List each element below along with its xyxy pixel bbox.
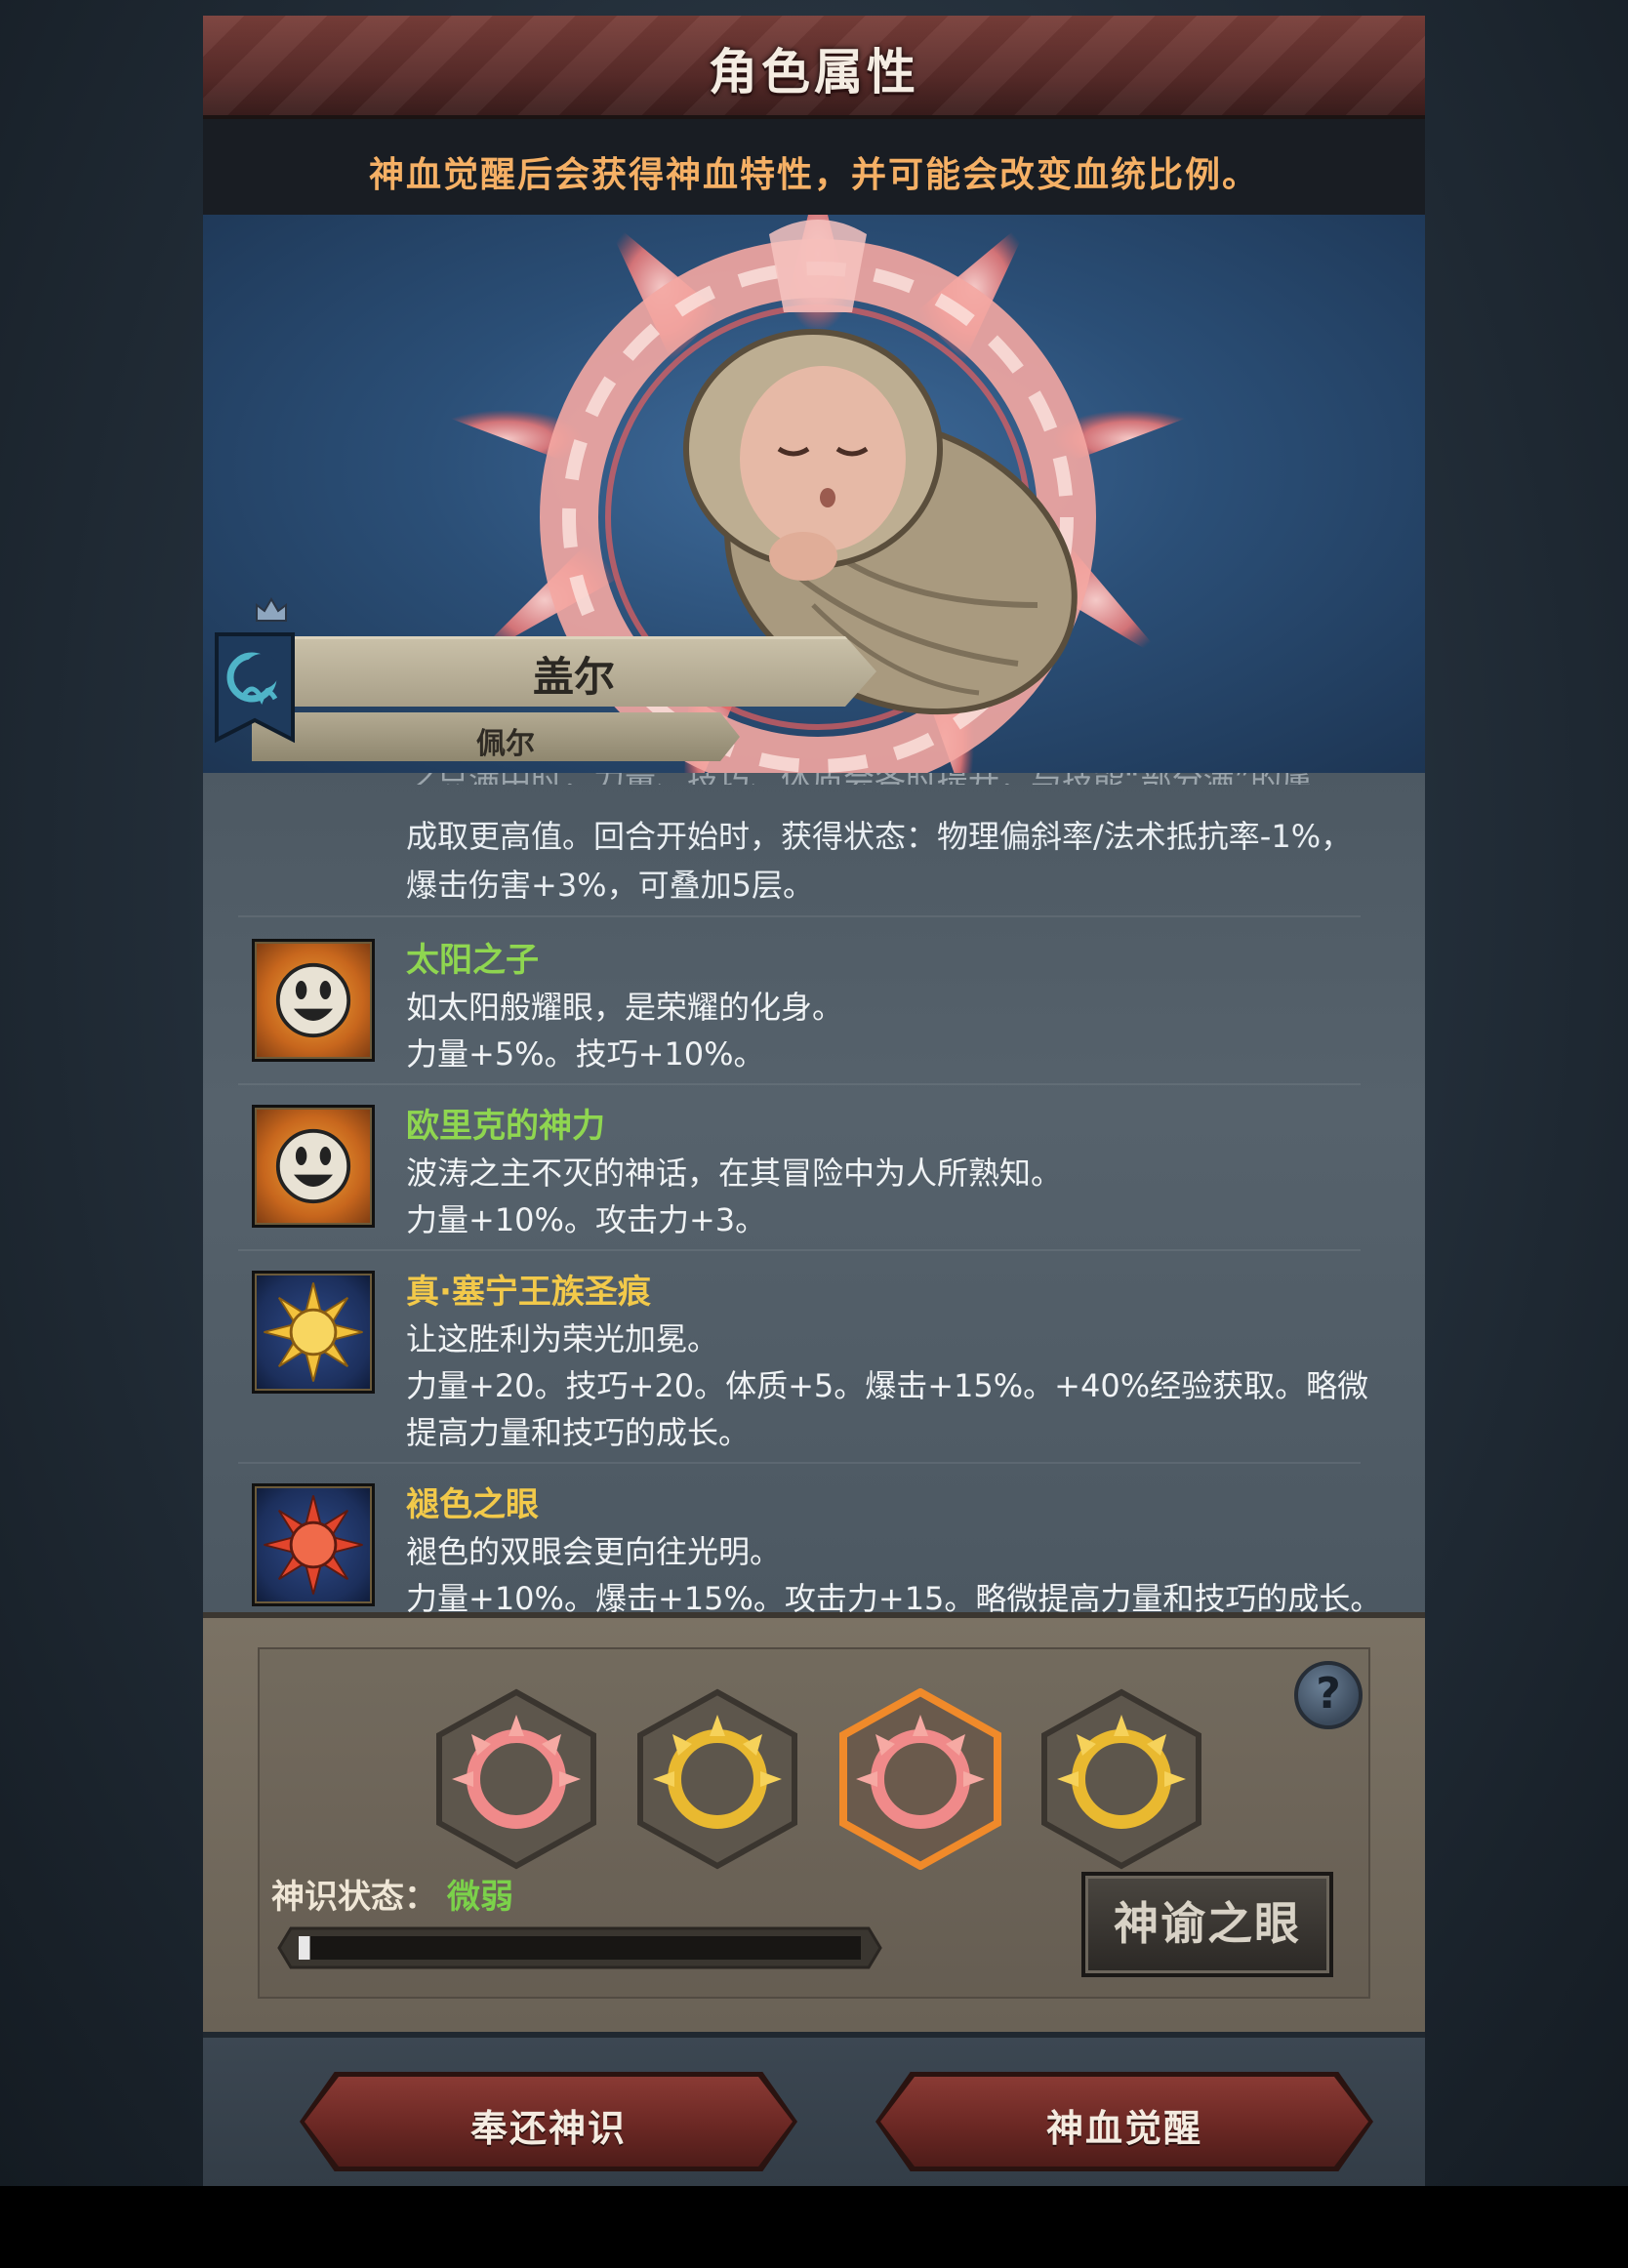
trait-desc-line: 如太阳般耀眼，是荣耀的化身。 (406, 989, 844, 1026)
character-art: 盖尔 佩尔 (203, 215, 1425, 773)
golden-sun-seal-icon (252, 1271, 375, 1394)
hero-alt-name: 佩尔 (476, 727, 535, 761)
letterbox-bottom (0, 2186, 1628, 2268)
seal-slot-pink-selected[interactable] (837, 1688, 1003, 1870)
hero-nameplate: 盖尔 佩尔 (203, 625, 886, 761)
seal-slot-gold[interactable] (634, 1688, 800, 1870)
moon-banner-icon (215, 632, 295, 744)
smiling-sun-icon (252, 939, 375, 1062)
trait-desc-line: 力量+10%。攻击力+3。 (406, 1201, 767, 1238)
footer-actions: 奉还神识 神血觉醒 (203, 2032, 1425, 2186)
trait-desc: 如太阳般耀眼，是荣耀的化身。 力量+5%。技巧+10%。 (406, 984, 1382, 1077)
seal-slot-pink[interactable] (433, 1688, 599, 1870)
trait-desc-line: 提高力量和技巧的成长。 (406, 1414, 751, 1451)
trait-continued-line: 成取更高值。回合开始时，获得状态：物理偏斜率/法术抵抗率-1%， (406, 818, 1353, 855)
trait-desc: 褪色的双眼会更向往光明。 力量+10%。爆击+15%。攻击力+15。略微提高力量… (406, 1528, 1382, 1612)
trait-desc-line: 力量+20。技巧+20。体质+5。爆击+15%。+40%经验获取。略微 (406, 1367, 1369, 1404)
trait-desc-line: 力量+10%。爆击+15%。攻击力+15。略微提高力量和技巧的成长。 (406, 1580, 1382, 1612)
trait-desc: 波涛之主不灭的神话，在其冒险中为人所熟知。 力量+10%。攻击力+3。 (406, 1150, 1382, 1243)
red-sun-seal-icon (252, 1483, 375, 1606)
trait-continued-line: 爆击伤害+3%，可叠加5层。 (406, 867, 814, 904)
trait-desc-line: 力量+5%。技巧+10%。 (406, 1035, 765, 1073)
notice-bar: 神血觉醒后会获得神血特性，并可能会改变血统比例。 (203, 119, 1425, 215)
seal-slot-gold-2[interactable] (1038, 1688, 1204, 1870)
trait-clipped-line: 之只满中时，力量、技巧、体质会各时提升，与技能“部分满”的属 (406, 773, 1363, 785)
trait-name: 欧里克的神力 (406, 1107, 605, 1146)
divider (238, 1462, 1361, 1464)
crown-icon (256, 597, 287, 622)
character-attributes-panel: 角色属性 神血觉醒后会获得神血特性，并可能会改变血统比例。 盖尔 佩尔 成取更高… (203, 16, 1425, 2186)
divider (238, 915, 1361, 917)
trait-list[interactable]: 之只满中时，力量、技巧、体质会各时提升，与技能“部分满”的属 成取更高值。回合开… (203, 773, 1425, 1612)
trait-desc: 让这胜利为荣光加冕。 力量+20。技巧+20。体质+5。爆击+15%。+40%经… (406, 1316, 1382, 1456)
header-bar: 角色属性 (203, 16, 1425, 119)
trait-desc-line: 波涛之主不灭的神话，在其冒险中为人所熟知。 (406, 1154, 1063, 1192)
divider (238, 1249, 1361, 1251)
return-button-label: 奉还神识 (469, 2107, 627, 2150)
status-label: 神识状态： (271, 1878, 437, 1917)
trait-name: 真·塞宁王族圣痕 (406, 1273, 651, 1312)
trait-continued-desc: 成取更高值。回合开始时，获得状态：物理偏斜率/法术抵抗率-1%， 爆击伤害+3%… (406, 812, 1382, 910)
smiling-sun-icon (252, 1105, 375, 1228)
return-divine-sense-button[interactable]: 奉还神识 (300, 2072, 797, 2171)
help-icon[interactable]: ? (1294, 1661, 1363, 1729)
notice-text: 神血觉醒后会获得神血特性，并可能会改变血统比例。 (368, 155, 1259, 195)
trait-name: 褪色之眼 (406, 1485, 539, 1524)
hero-name: 盖尔 (532, 653, 615, 701)
divine-sense-progress-bar (277, 1926, 882, 1969)
status-value: 微弱 (447, 1878, 513, 1917)
awaken-button-label: 神血觉醒 (1045, 2107, 1202, 2150)
oracle-eye-button[interactable]: 神谕之眼 (1081, 1872, 1333, 1977)
trait-name: 太阳之子 (406, 941, 539, 980)
divine-awakening-panel: ? 神识状态： 微弱 神谕之眼 (203, 1612, 1425, 2032)
page-title: 角色属性 (709, 44, 919, 101)
blood-awakening-button[interactable]: 神血觉醒 (875, 2072, 1373, 2171)
divider (238, 1083, 1361, 1085)
trait-desc-line: 让这胜利为荣光加冕。 (406, 1320, 719, 1357)
trait-desc-line: 褪色的双眼会更向往光明。 (406, 1533, 782, 1570)
